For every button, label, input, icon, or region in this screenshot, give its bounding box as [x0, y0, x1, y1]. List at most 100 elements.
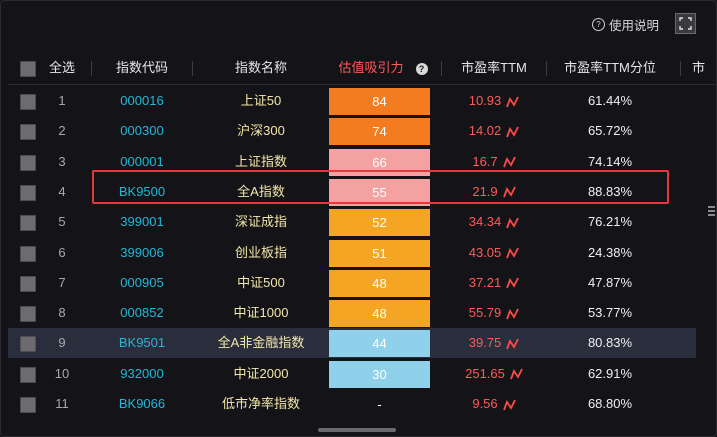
pe-cell: 37.21	[442, 268, 546, 298]
trend-icon[interactable]	[506, 247, 520, 259]
trend-icon[interactable]	[510, 368, 523, 380]
pe-value: 251.65	[465, 365, 505, 381]
table-row[interactable]: 11 BK9066 低市净率指数 - 9.56 68.80%	[8, 389, 696, 419]
resize-handle[interactable]	[708, 204, 715, 218]
index-code[interactable]: 399006	[92, 238, 192, 268]
index-name[interactable]: 中证500	[193, 268, 329, 298]
trend-icon[interactable]	[506, 126, 520, 138]
table-header: 全选 指数代码 指数名称 估值吸引力? 市盈率TTM 市盈率TTM分位 市	[8, 52, 717, 85]
table-row[interactable]: 5 399001 深证成指 52 34.34 76.21%	[8, 207, 696, 237]
attraction-score: 84	[329, 88, 430, 115]
index-code[interactable]: 000016	[92, 86, 192, 116]
index-code[interactable]: BK9066	[92, 389, 192, 419]
index-name[interactable]: 创业板指	[193, 238, 329, 268]
pe-percentile: 61.44%	[587, 93, 633, 108]
index-code[interactable]: 000905	[92, 268, 192, 298]
header-attraction-label: 估值吸引力	[338, 60, 404, 75]
question-circle-icon: ?	[591, 18, 605, 31]
expand-icon	[679, 17, 692, 30]
row-checkbox[interactable]	[20, 245, 36, 262]
row-checkbox[interactable]	[20, 154, 36, 171]
attraction-score: -	[377, 397, 382, 412]
header-pe-percentile[interactable]: 市盈率TTM分位	[547, 52, 673, 84]
index-name[interactable]: 上证50	[193, 86, 329, 116]
fullscreen-button[interactable]	[675, 13, 696, 34]
row-checkbox[interactable]	[20, 94, 36, 110]
pe-value: 10.93	[468, 93, 502, 108]
header-attraction[interactable]: 估值吸引力?	[329, 52, 437, 84]
header-code[interactable]: 指数代码	[92, 52, 192, 84]
pe-percentile: 65.72%	[587, 123, 633, 139]
row-index: 11	[55, 396, 69, 411]
select-all-checkbox[interactable]	[20, 61, 36, 77]
trend-icon[interactable]	[502, 156, 516, 168]
row-index: 9	[58, 335, 66, 351]
index-code[interactable]: 932000	[92, 359, 192, 389]
index-name[interactable]: 深证成指	[193, 207, 329, 237]
index-name[interactable]: 全A非金融指数	[193, 328, 329, 358]
pe-percentile: 24.38%	[587, 244, 633, 260]
attraction-score: 48	[329, 300, 430, 328]
pe-percentile: 62.91%	[587, 365, 633, 381]
pe-percentile: 76.21%	[587, 214, 633, 230]
header-pe[interactable]: 市盈率TTM	[442, 52, 546, 84]
index-name[interactable]: 中证2000	[193, 359, 329, 389]
row-index: 1	[58, 93, 66, 108]
trend-icon[interactable]	[506, 338, 520, 350]
trend-icon[interactable]	[506, 217, 520, 229]
pe-percentile: 80.83%	[587, 335, 633, 351]
index-code[interactable]: 000300	[92, 116, 192, 146]
table-row[interactable]: 2 000300 沪深300 74 14.02 65.72%	[8, 116, 696, 146]
pe-value: 43.05	[468, 244, 502, 260]
table-row[interactable]: 1 000016 上证50 84 10.93 61.44%	[8, 86, 696, 116]
table-row[interactable]: 9 BK9501 全A非金融指数 44 39.75 80.83%	[8, 328, 696, 359]
table-row[interactable]: 7 000905 中证500 48 37.21 47.87%	[8, 268, 696, 298]
row-checkbox[interactable]	[20, 306, 36, 323]
header-name[interactable]: 指数名称	[193, 52, 329, 84]
row-checkbox[interactable]	[20, 275, 36, 292]
attraction-score: 30	[329, 360, 430, 388]
index-name[interactable]: 中证1000	[193, 298, 329, 328]
trend-icon[interactable]	[502, 399, 516, 411]
attraction-score: 74	[329, 118, 430, 146]
trend-icon[interactable]	[506, 96, 520, 108]
row-checkbox[interactable]	[20, 366, 36, 383]
table-row[interactable]: 6 399006 创业板指 51 43.05 24.38%	[8, 238, 696, 268]
index-code[interactable]: 399001	[92, 207, 192, 237]
question-icon[interactable]: ?	[415, 62, 428, 75]
index-name[interactable]: 沪深300	[193, 116, 329, 146]
horizontal-scrollbar[interactable]	[318, 428, 396, 432]
row-checkbox[interactable]	[20, 397, 36, 413]
pe-value: 16.7	[472, 153, 498, 169]
row-checkbox[interactable]	[20, 124, 36, 141]
row-index: 6	[58, 244, 66, 260]
pe-cell: 43.05	[442, 238, 546, 268]
trend-icon[interactable]	[506, 308, 520, 320]
row-checkbox[interactable]	[20, 215, 36, 232]
index-code[interactable]: BK9501	[92, 328, 192, 358]
pe-value: 14.02	[468, 123, 502, 139]
column-divider	[680, 61, 681, 76]
pe-value: 55.79	[468, 305, 502, 321]
table-row[interactable]: 8 000852 中证1000 48 55.79 53.77%	[8, 298, 696, 328]
row-checkbox[interactable]	[20, 184, 36, 201]
header-more[interactable]: 市	[692, 52, 712, 84]
index-code[interactable]: 000852	[92, 298, 192, 328]
trend-icon[interactable]	[506, 277, 520, 289]
pe-cell: 55.79	[442, 298, 546, 328]
pe-value: 37.21	[468, 274, 502, 290]
row-index: 2	[58, 123, 66, 139]
pe-cell: 14.02	[442, 116, 546, 146]
pe-cell: 9.56	[442, 389, 546, 419]
row-checkbox[interactable]	[20, 336, 36, 353]
help-link[interactable]: ? 使用说明	[591, 15, 659, 34]
pe-percentile: 53.77%	[587, 305, 633, 321]
pe-cell: 39.75	[442, 328, 546, 358]
table-row[interactable]: 10 932000 中证2000 30 251.65 62.91%	[8, 359, 696, 389]
highlight-box	[92, 170, 669, 204]
row-index: 10	[54, 365, 70, 381]
attraction-score: 51	[329, 239, 430, 267]
index-name[interactable]: 低市净率指数	[193, 389, 329, 419]
attraction-score: 52	[329, 209, 430, 237]
pe-percentile: 47.87%	[587, 274, 633, 290]
